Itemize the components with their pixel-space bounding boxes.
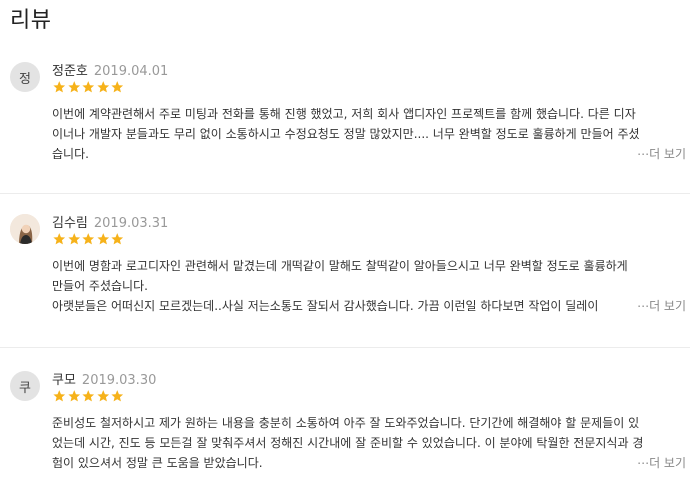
star-icon bbox=[67, 390, 80, 402]
review-line: 준비성도 철저하시고 제가 원하는 내용을 충분히 소통하여 아주 잘 도와주었… bbox=[52, 416, 640, 430]
review-date: 2019.04.01 bbox=[93, 64, 169, 79]
divider bbox=[0, 347, 690, 348]
star-icon bbox=[67, 81, 80, 93]
review-line: 아랫분들은 어떠신지 모르겠는데..사실 저는소통도 잘되서 감사했습니다. 가… bbox=[52, 299, 599, 313]
star-icon bbox=[111, 233, 124, 245]
more-button[interactable]: ⋯더 보기 bbox=[633, 296, 686, 316]
review-line: 이번에 계약관련해서 주로 미팅과 전화를 통해 진행 했었고, 저희 회사 앱… bbox=[52, 107, 636, 121]
profile-photo-icon bbox=[10, 214, 40, 244]
star-rating bbox=[52, 232, 125, 246]
review-text: 준비성도 철저하시고 제가 원하는 내용을 충분히 소통하여 아주 잘 도와주었… bbox=[52, 413, 688, 473]
star-icon bbox=[96, 390, 109, 402]
star-icon bbox=[82, 233, 95, 245]
review-text: 이번에 계약관련해서 주로 미팅과 전화를 통해 진행 했었고, 저희 회사 앱… bbox=[52, 104, 688, 164]
reviewer-name: 김수림 bbox=[52, 216, 88, 231]
more-button[interactable]: ⋯더 보기 bbox=[633, 453, 686, 473]
avatar-initial: 쿠 bbox=[19, 380, 31, 396]
review-text: 이번에 명함과 로고디자인 관련해서 맡겼는데 개떡같이 말해도 찰떡같이 알아… bbox=[52, 256, 688, 316]
star-icon bbox=[53, 390, 66, 402]
star-icon bbox=[53, 233, 66, 245]
review-line: 만들어 주셨습니다. bbox=[52, 279, 148, 293]
reviewer-info: 정준호 2019.04.01 bbox=[52, 64, 168, 80]
reviewer-info: 김수림 2019.03.31 bbox=[52, 216, 168, 232]
review-line: 이번에 명함과 로고디자인 관련해서 맡겼는데 개떡같이 말해도 찰떡같이 알아… bbox=[52, 259, 628, 273]
avatar-initial: 정 bbox=[19, 71, 31, 87]
star-icon bbox=[67, 233, 80, 245]
review-page: 리뷰 정 정준호 2019.04.01 이번에 계약관련해서 주로 미팅과 전화를… bbox=[0, 0, 698, 483]
review-date: 2019.03.31 bbox=[93, 216, 169, 231]
star-icon bbox=[111, 81, 124, 93]
review-date: 2019.03.30 bbox=[81, 373, 157, 388]
review-line: 었는데 시간, 진도 등 모든걸 잘 맞춰주셔서 정해진 시간내에 잘 준비할 … bbox=[52, 436, 644, 450]
star-rating bbox=[52, 389, 125, 403]
section-title: 리뷰 bbox=[10, 8, 52, 33]
reviewer-info: 쿠모 2019.03.30 bbox=[52, 373, 156, 389]
avatar: 정 bbox=[10, 62, 40, 92]
avatar bbox=[10, 214, 40, 244]
star-icon bbox=[82, 81, 95, 93]
review-line: 이너나 개발자 분들과도 무리 없이 소통하시고 수정요청도 정말 많았지만..… bbox=[52, 127, 640, 141]
reviewer-name: 정준호 bbox=[52, 64, 88, 79]
star-icon bbox=[53, 81, 66, 93]
star-rating bbox=[52, 80, 125, 94]
star-icon bbox=[96, 233, 109, 245]
star-icon bbox=[111, 390, 124, 402]
divider bbox=[0, 193, 690, 194]
star-icon bbox=[82, 390, 95, 402]
reviewer-name: 쿠모 bbox=[52, 373, 76, 388]
star-icon bbox=[96, 81, 109, 93]
review-line: 험이 있으셔서 정말 큰 도움을 받았습니다. bbox=[52, 456, 263, 470]
avatar: 쿠 bbox=[10, 371, 40, 401]
review-line: 습니다. bbox=[52, 147, 89, 161]
more-button[interactable]: ⋯더 보기 bbox=[633, 144, 686, 164]
